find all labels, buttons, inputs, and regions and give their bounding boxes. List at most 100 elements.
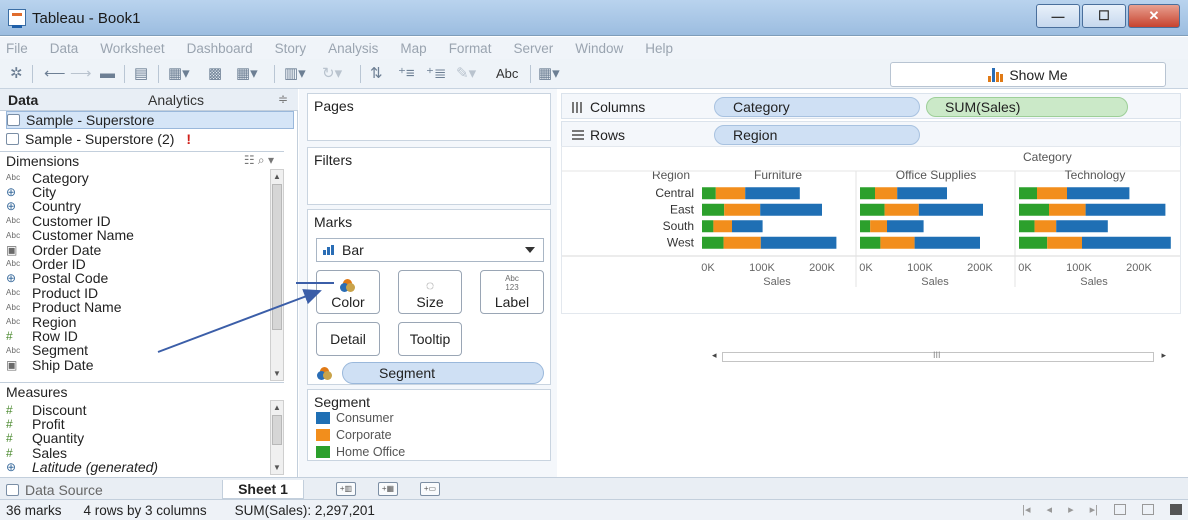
fit-width-icon[interactable]: ▦▾	[538, 65, 560, 83]
datasource-item-superstore-2[interactable]: Sample - Superstore (2) !	[6, 130, 294, 148]
field-product-id[interactable]: Abc Product ID	[6, 285, 98, 301]
last-sheet-icon[interactable]: ▸|	[1090, 503, 1098, 516]
save-icon[interactable]: ▬	[100, 65, 115, 83]
field-postal-code[interactable]: ⊕ Postal Code	[6, 270, 108, 286]
sort-ascending-icon[interactable]: ⁺≡	[398, 65, 415, 83]
redo-icon[interactable]: ⟶	[70, 65, 92, 83]
sort-descending-icon[interactable]: ⁺≣	[426, 65, 447, 83]
field-discount[interactable]: # Discount	[6, 402, 86, 418]
legend-item-home-office[interactable]: Home Office	[316, 444, 405, 460]
menu-dashboard[interactable]: Dashboard	[187, 41, 253, 56]
menu-map[interactable]: Map	[400, 41, 426, 56]
scroll-up-icon[interactable]: ▲	[273, 403, 281, 412]
show-labels-button[interactable]: Abc	[496, 65, 518, 83]
menu-data[interactable]: Data	[50, 41, 79, 56]
new-datasource-icon[interactable]: ▤	[134, 65, 148, 83]
pages-card[interactable]: Pages	[307, 93, 551, 141]
filters-card[interactable]: Filters	[307, 147, 551, 205]
field-customer-name[interactable]: Abc Customer Name	[6, 227, 134, 243]
size-button[interactable]: ◌ Size	[398, 270, 462, 314]
pill-category[interactable]: Category	[714, 97, 920, 117]
menu-story[interactable]: Story	[275, 41, 307, 56]
new-worksheet-icon[interactable]: +▥	[336, 482, 356, 496]
label-button[interactable]: Abc 123 Label	[480, 270, 544, 314]
columns-shelf[interactable]: Columns Category SUM(Sales)	[561, 93, 1181, 119]
bar-furniture-south-home-office	[702, 220, 714, 233]
field-row-id[interactable]: # Row ID	[6, 328, 78, 344]
tab-analytics[interactable]: Analytics	[148, 92, 204, 108]
menu-file[interactable]: File	[6, 41, 28, 56]
field-order-id[interactable]: Abc Order ID	[6, 256, 86, 272]
field-profit[interactable]: # Profit	[6, 416, 65, 432]
show-me-button[interactable]: Show Me	[890, 62, 1166, 87]
highlight-icon[interactable]: ✎▾	[456, 65, 476, 83]
new-worksheet-icon[interactable]: ▦▾	[168, 65, 190, 83]
sheet-1-tab[interactable]: Sheet 1	[222, 480, 304, 499]
detail-button[interactable]: Detail	[316, 322, 380, 356]
field-product-name[interactable]: Abc Product Name	[6, 299, 121, 315]
segment-color-pill[interactable]: Segment	[317, 362, 544, 384]
next-sheet-icon[interactable]: ▸	[1068, 503, 1074, 516]
chart-horizontal-scrollbar[interactable]: ◂ III ▸	[712, 350, 1166, 364]
field-region[interactable]: Abc Region	[6, 314, 76, 330]
first-sheet-icon[interactable]: |◂	[1022, 503, 1030, 516]
datasource-item-superstore[interactable]: Sample - Superstore	[6, 111, 294, 129]
menu-window[interactable]: Window	[575, 41, 623, 56]
menu-server[interactable]: Server	[513, 41, 553, 56]
rows-shelf[interactable]: Rows Region	[561, 121, 1181, 147]
tab-view-icon[interactable]	[1170, 504, 1182, 515]
scroll-down-icon[interactable]: ▼	[273, 369, 281, 378]
tab-data[interactable]: Data	[8, 92, 38, 108]
color-button[interactable]: Color	[316, 270, 380, 314]
mark-type-dropdown[interactable]: Bar	[316, 238, 544, 262]
menu-analysis[interactable]: Analysis	[328, 41, 378, 56]
field-country[interactable]: ⊕ Country	[6, 198, 81, 214]
field-sales[interactable]: # Sales	[6, 445, 67, 461]
new-dashboard-icon[interactable]: +▦	[378, 482, 398, 496]
legend-item-corporate[interactable]: Corporate	[316, 427, 392, 443]
minimize-button[interactable]: —	[1036, 4, 1080, 28]
scroll-up-icon[interactable]: ▲	[273, 172, 281, 181]
prev-sheet-icon[interactable]: ◂	[1047, 503, 1053, 516]
scroll-track[interactable]: III	[722, 350, 1154, 362]
dimensions-label: Dimensions	[6, 152, 80, 169]
pill-region[interactable]: Region	[714, 125, 920, 145]
scroll-thumb[interactable]	[272, 415, 282, 445]
tableau-logo-icon[interactable]: ✲	[10, 65, 23, 83]
menu-format[interactable]: Format	[449, 41, 492, 56]
dimensions-tools-icon[interactable]: ☷ ⌕ ▾	[244, 153, 274, 168]
measures-scrollbar[interactable]: ▲ ▼	[270, 400, 284, 475]
undo-icon[interactable]: ⟵	[44, 65, 66, 83]
field-segment[interactable]: Abc Segment	[6, 342, 88, 358]
duplicate-sheet-icon[interactable]: ▩	[208, 65, 222, 83]
refresh-icon[interactable]: ↻▾	[322, 65, 342, 83]
field-order-date[interactable]: ▣ Order Date	[6, 242, 101, 258]
field-customer-id[interactable]: Abc Customer ID	[6, 213, 111, 229]
menu-worksheet[interactable]: Worksheet	[100, 41, 164, 56]
menu-help[interactable]: Help	[645, 41, 673, 56]
legend-item-consumer[interactable]: Consumer	[316, 410, 394, 426]
swap-icon[interactable]: ⇅	[370, 65, 383, 83]
dimensions-scrollbar[interactable]: ▲ ▼	[270, 169, 284, 381]
swap-rows-icon[interactable]: ▥▾	[284, 65, 306, 83]
scroll-thumb[interactable]	[272, 184, 282, 330]
sheet-sorter-icon[interactable]	[1142, 504, 1154, 515]
filmstrip-view-icon[interactable]	[1114, 504, 1126, 515]
scroll-down-icon[interactable]: ▼	[273, 463, 281, 472]
pane-pin-icon[interactable]: ≑	[278, 92, 288, 106]
clear-sheet-icon[interactable]: ▦▾	[236, 65, 258, 83]
scroll-left-icon[interactable]: ◂	[712, 350, 717, 361]
maximize-button[interactable]: ☐	[1082, 4, 1126, 28]
field-city[interactable]: ⊕ City	[6, 184, 56, 200]
tooltip-button[interactable]: Tooltip	[398, 322, 462, 356]
field-ship-date[interactable]: ▣ Ship Date	[6, 357, 93, 373]
pill-sum-sales[interactable]: SUM(Sales)	[926, 97, 1128, 117]
field-category[interactable]: Abc Category	[6, 170, 89, 186]
close-button[interactable]: ✕	[1128, 4, 1180, 28]
bar-technology-west-home-office	[1019, 236, 1048, 249]
field-latitude-generated[interactable]: ⊕ Latitude (generated)	[6, 459, 158, 475]
scroll-right-icon[interactable]: ▸	[1161, 350, 1166, 361]
data-source-tab[interactable]: Data Source	[6, 480, 103, 499]
new-story-icon[interactable]: +▭	[420, 482, 440, 496]
field-quantity[interactable]: # Quantity	[6, 430, 84, 446]
